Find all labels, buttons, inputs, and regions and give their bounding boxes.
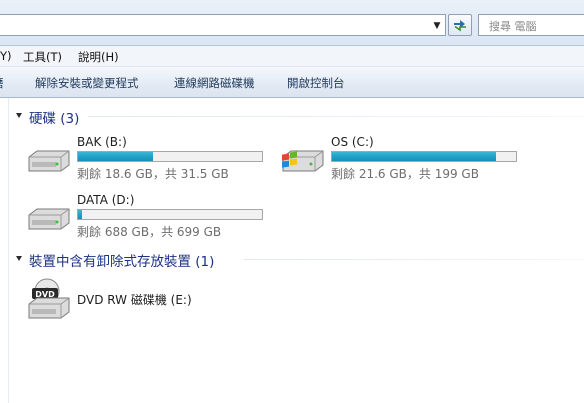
uninstall-program-button[interactable]: 解除安裝或變更程式 [35, 75, 139, 91]
navigation-pane-edge [0, 98, 9, 403]
hard-drive-icon [28, 150, 70, 172]
hard-drive-icon [28, 208, 70, 230]
drive-space-info: 剩餘 688 GB，共 699 GB [77, 225, 222, 239]
drive-item-dvd[interactable]: DVD DVD RW 磁碟機 (E:) [25, 278, 275, 334]
search-field[interactable]: 搜尋 電腦 [478, 14, 584, 36]
drive-item-data[interactable]: DATA (D:) 剩餘 688 GB，共 699 GB [25, 193, 275, 245]
drive-name: DVD RW 磁碟機 (E:) [77, 293, 192, 307]
drive-usage-fill [78, 152, 154, 161]
group-divider [88, 116, 584, 117]
collapse-triangle-icon[interactable] [16, 113, 22, 118]
collapse-triangle-icon[interactable] [16, 256, 22, 261]
drive-name: DATA (D:) [77, 193, 135, 207]
address-bar-row: ▼ 搜尋 電腦 [0, 0, 584, 46]
search-placeholder: 搜尋 電腦 [489, 20, 537, 33]
command-partial[interactable]: 磨 [0, 75, 4, 91]
group-title: 硬碟 (3) [29, 111, 80, 127]
menu-item-help[interactable]: 說明(H) [78, 49, 119, 65]
drive-space-info: 剩餘 21.6 GB，共 199 GB [331, 167, 479, 181]
drive-usage-fill [78, 210, 82, 219]
drive-item-bak[interactable]: BAK (B:) 剩餘 18.6 GB，共 31.5 GB [25, 135, 275, 187]
command-bar: 磨 解除安裝或變更程式 連線網路磁碟機 開啟控制台 [0, 67, 584, 98]
drive-name: OS (C:) [331, 135, 374, 149]
refresh-button[interactable] [448, 14, 472, 36]
group-header-removable-storage[interactable]: 裝置中含有卸除式存放裝置 (1) [16, 250, 584, 270]
drive-usage-bar [77, 209, 263, 220]
drive-name: BAK (B:) [77, 135, 127, 149]
address-input[interactable] [0, 14, 446, 36]
open-control-panel-button[interactable]: 開啟控制台 [287, 75, 345, 91]
refresh-arrows-icon [454, 20, 466, 32]
drive-item-os[interactable]: OS (C:) 剩餘 21.6 GB，共 199 GB [279, 135, 529, 187]
map-network-drive-button[interactable]: 連線網路磁碟機 [174, 75, 255, 91]
menu-item-partial[interactable]: Y) [0, 49, 12, 63]
menu-item-tools[interactable]: 工具(T) [23, 49, 62, 65]
drive-usage-bar [77, 151, 263, 162]
drive-space-info: 剩餘 18.6 GB，共 31.5 GB [77, 167, 229, 181]
windows-drive-icon [282, 150, 324, 172]
drive-usage-bar [331, 151, 517, 162]
address-dropdown-icon[interactable]: ▼ [430, 17, 444, 35]
dvd-drive-icon: DVD [28, 278, 70, 319]
drive-usage-fill [332, 152, 496, 161]
group-title: 裝置中含有卸除式存放裝置 (1) [29, 254, 215, 270]
group-divider [244, 259, 584, 260]
menu-bar: Y) 工具(T) 說明(H) [0, 46, 584, 67]
group-header-hard-disks[interactable]: 硬碟 (3) [16, 107, 584, 127]
